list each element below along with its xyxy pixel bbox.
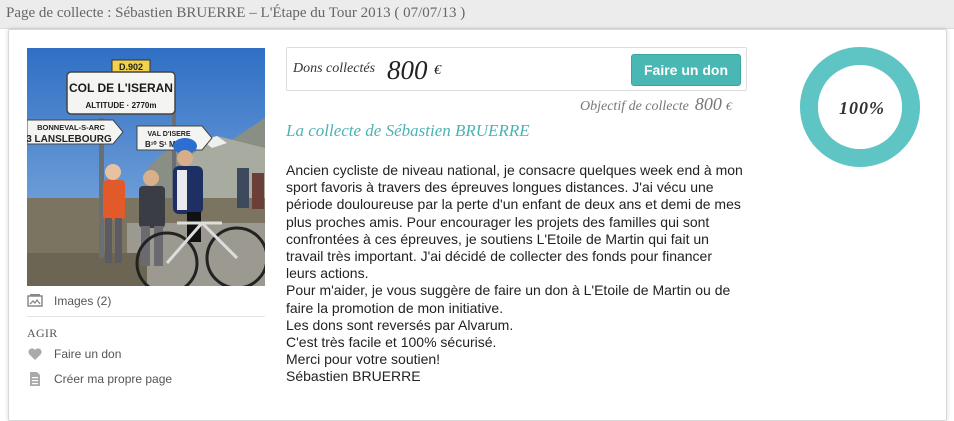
creer-page-link[interactable]: Créer ma propre page	[27, 371, 172, 387]
progress-percent: 100%	[839, 98, 885, 118]
images-link-label: Images (2)	[54, 294, 112, 308]
faire-un-don-button[interactable]: Faire un don	[631, 54, 741, 86]
objectif-amount: 800	[694, 94, 722, 114]
dons-collectes-label: Dons collectés	[293, 61, 376, 76]
creer-page-label: Créer ma propre page	[54, 372, 173, 386]
sidebar-faire-un-don-link[interactable]: Faire un don	[27, 346, 121, 362]
donation-summary: Dons collectés 800 € Faire un don	[286, 47, 747, 91]
document-icon	[27, 371, 43, 387]
sign-road: D.902	[119, 62, 143, 72]
sidebar-faire-un-don-label: Faire un don	[54, 347, 122, 361]
image-gallery-icon	[27, 293, 43, 309]
description-paragraph: Les dons sont reversés par Alvarum.	[286, 316, 514, 333]
page-title: Page de collecte : Sébastien BRUERRE – L…	[6, 5, 466, 21]
description-paragraph: Sébastien BRUERRE	[286, 368, 421, 385]
heart-icon	[27, 346, 43, 362]
cyclist-photo-image: D.902 COL DE L'ISERAN ALTITUDE · 2770m B…	[27, 48, 265, 286]
objectif-label: Objectif de collecte	[580, 99, 689, 114]
description-paragraph: Ancien cycliste de niveau national, je c…	[286, 162, 743, 282]
objectif-collecte: Objectif de collecte 800 €	[580, 94, 732, 115]
images-link[interactable]: Images (2)	[27, 293, 111, 309]
sign-right1: VAL D'ISERE	[147, 131, 190, 138]
page-header: Page de collecte : Sébastien BRUERRE – L…	[0, 0, 954, 29]
sign-altitude: ALTITUDE · 2770m	[86, 101, 157, 110]
sign-col: COL DE L'ISERAN	[69, 81, 173, 95]
description-paragraph: C'est très facile et 100% sécurisé.	[286, 334, 497, 351]
description-paragraph: Pour m'aider, je vous suggère de faire u…	[286, 282, 731, 316]
sign-left2: 3 LANSLEBOURG	[27, 134, 112, 145]
objectif-currency: €	[725, 99, 732, 113]
agir-heading: AGIR	[27, 326, 58, 340]
description-paragraph: Merci pour votre soutien!	[286, 351, 441, 368]
sidebar-divider	[27, 316, 265, 317]
collecte-description: Ancien cycliste de niveau national, je c…	[286, 162, 746, 386]
collecte-photo[interactable]: D.902 COL DE L'ISERAN ALTITUDE · 2770m B…	[27, 48, 265, 286]
sign-left1: BONNEVAL-S-ARC	[37, 123, 105, 132]
dons-collectes-amount: 800	[387, 55, 428, 85]
dons-collectes-currency: €	[434, 63, 441, 78]
progress-gauge: 100%	[800, 47, 920, 167]
collecte-title: La collecte de Sébastien BRUERRE	[286, 121, 530, 140]
